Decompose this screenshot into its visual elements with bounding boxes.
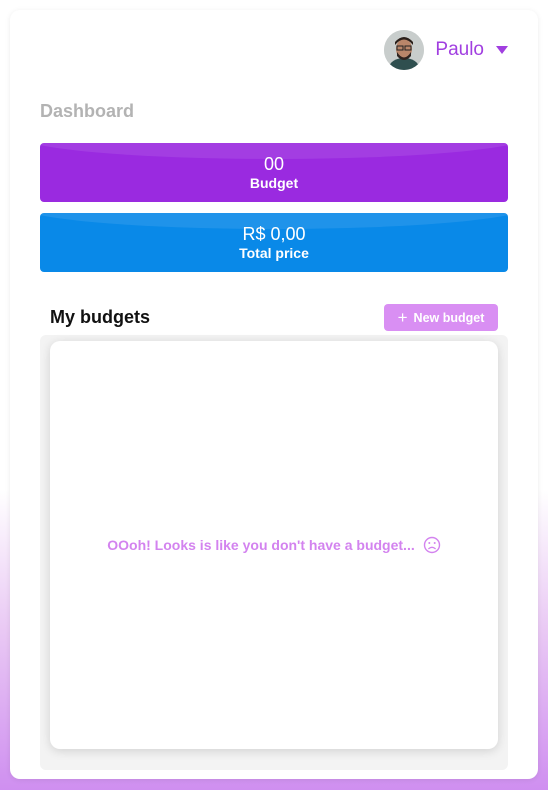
user-menu[interactable]: Paulo [384,30,508,70]
page-title: Dashboard [40,101,135,121]
total-price-card: R$ 0,00 Total price [40,213,508,272]
new-budget-button[interactable]: + New budget [384,304,498,331]
budget-list[interactable]: OOoh! Looks is like you don't have a bud… [50,341,498,749]
empty-state-message: OOoh! Looks is like you don't have a bud… [107,537,415,553]
sad-face-icon [423,536,440,554]
total-price-label: Total price [239,245,309,261]
new-budget-label: New budget [413,310,485,325]
budget-count-value: 00 [263,154,285,174]
avatar [384,30,425,70]
empty-state: OOoh! Looks is like you don't have a bud… [107,536,440,554]
chevron-down-icon[interactable] [496,46,508,54]
budget-count-card: 00 Budget [40,143,508,202]
budget-list-container: OOoh! Looks is like you don't have a bud… [40,335,508,770]
plus-icon: + [397,308,408,327]
my-budgets-heading: My budgets [50,307,151,327]
user-name[interactable]: Paulo [435,39,484,61]
total-price-value: R$ 0,00 [242,224,306,244]
budget-count-label: Budget [249,175,299,191]
dashboard-card: Paulo Dashboard 00 Budget R$ 0,00 Total … [10,10,538,779]
